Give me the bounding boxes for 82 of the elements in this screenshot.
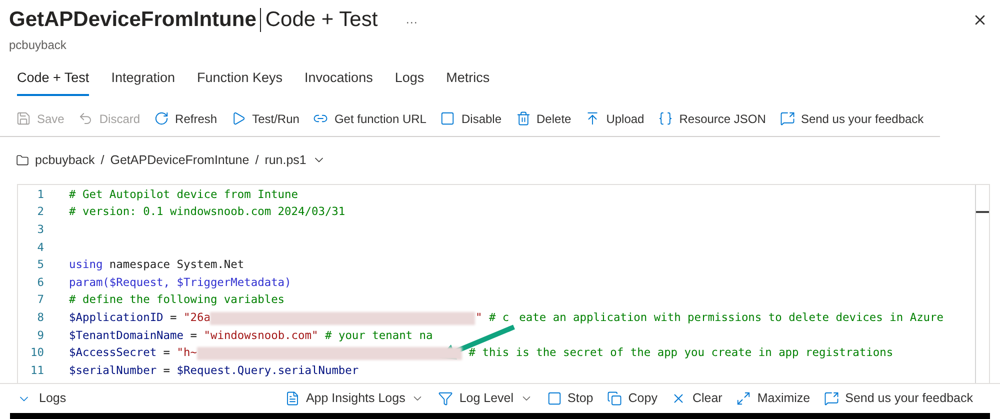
toolbar-button[interactable]: Upload [585, 110, 644, 128]
toolbar-button[interactable]: Delete [516, 110, 572, 128]
code-token: = [189, 328, 198, 344]
tab[interactable]: Invocations [304, 68, 373, 96]
line-number: 1 [36, 186, 44, 203]
code-token: param($Request, $TriggerMetadata) [69, 274, 292, 291]
feedback-icon [824, 391, 840, 406]
delete-icon [516, 111, 531, 126]
code-token: = [169, 310, 178, 326]
upload-icon [585, 111, 600, 126]
code-token: $TenantDomainName [69, 328, 184, 344]
tab[interactable]: Logs [394, 68, 424, 96]
code-token: # this is the secret of the app you create in app registrations [468, 345, 894, 362]
log-action-button[interactable]: Log Level [438, 389, 533, 408]
line-number: 8 [36, 310, 44, 326]
log-action-button[interactable]: Maximize [736, 389, 810, 408]
code-token: = [162, 345, 172, 362]
code-token: # define the following variables [69, 292, 285, 308]
log-action-button[interactable]: Stop [546, 389, 594, 408]
code-token: using [69, 257, 103, 274]
toolbar-button[interactable]: Test/Run [231, 110, 300, 128]
code-token: $ApplicationID [69, 310, 164, 326]
code-token: # Get Autopilot device from Intune [69, 186, 298, 203]
code-token: "h~ [176, 345, 197, 362]
breadcrumb-separator: / [255, 152, 259, 169]
code-token: " [475, 310, 482, 326]
line-number: 10 [30, 345, 44, 362]
breadcrumb-item[interactable]: run.ps1 [264, 150, 306, 170]
breadcrumb-item[interactable]: GetAPDeviceFromIntune [110, 150, 250, 170]
line-number: 2 [36, 204, 44, 220]
braces-icon [658, 111, 674, 126]
toolbar-button[interactable]: Disable [440, 110, 502, 128]
toolbar-button[interactable]: Resource JSON [658, 110, 766, 128]
line-number: 3 [36, 222, 44, 238]
line-number: 6 [36, 274, 44, 291]
folder-icon [16, 154, 29, 167]
code-token: # version: 0.1 windowsnoob.com 2024/03/31 [69, 204, 346, 220]
code-token: = [162, 362, 172, 379]
toolbar-button[interactable]: Refresh [154, 110, 218, 128]
tab[interactable]: Code + Test [17, 68, 90, 96]
tab[interactable]: Metrics [446, 68, 490, 96]
log-action-button[interactable]: Clear [671, 389, 722, 408]
page-section-title: Code + Test [260, 8, 378, 32]
copy-icon [607, 391, 622, 406]
filter-icon [438, 391, 454, 406]
line-number: 4 [36, 240, 44, 256]
tab[interactable]: Integration [111, 68, 175, 96]
more-button[interactable]: ··· [406, 13, 418, 31]
save-icon [16, 111, 31, 126]
refresh-icon [154, 111, 170, 126]
code-token: "windowsnoob.com" [204, 328, 318, 344]
code-token: $Request.Query.serialNumber [176, 362, 359, 379]
line-number: 5 [36, 257, 44, 274]
line-number: 9 [36, 328, 44, 344]
breadcrumb-item[interactable]: pcbuyback [35, 150, 95, 170]
code-token: "26a [184, 310, 210, 326]
code-token: $serialNumber [69, 362, 157, 379]
play-icon [231, 111, 246, 126]
tab[interactable]: Function Keys [196, 68, 283, 96]
maximize-icon [736, 391, 752, 406]
checkbox-icon [440, 111, 456, 126]
code-token: # c [488, 310, 510, 326]
page-subtitle: pcbuyback [8, 36, 68, 54]
line-number: 7 [36, 292, 44, 308]
code-token: $AccessSecret [69, 345, 157, 362]
code-token: eate an application with permissions to delete devices in Azure [519, 310, 944, 326]
toolbar-button[interactable]: Get function URL [313, 110, 426, 128]
feedback-icon [780, 111, 795, 126]
page-title: GetAPDeviceFromIntune [9, 7, 256, 33]
logs-toggle[interactable]: Logs [17, 389, 66, 408]
checkbox-icon [546, 391, 562, 406]
code-token: # your tenant na [324, 328, 433, 344]
code-token: namespace System.Net [108, 257, 244, 274]
toolbar-button[interactable]: Send us your feedback [780, 110, 924, 128]
scroll-marker [976, 210, 989, 212]
undo-icon [78, 111, 94, 126]
line-number: 11 [30, 362, 44, 379]
log-action-button[interactable]: Send us your feedback [824, 389, 973, 408]
log-action-button[interactable]: Copy [607, 389, 658, 408]
log-action-button[interactable]: App Insights Logs [284, 389, 424, 408]
document-icon [284, 391, 300, 406]
breadcrumb-separator: / [100, 152, 104, 169]
